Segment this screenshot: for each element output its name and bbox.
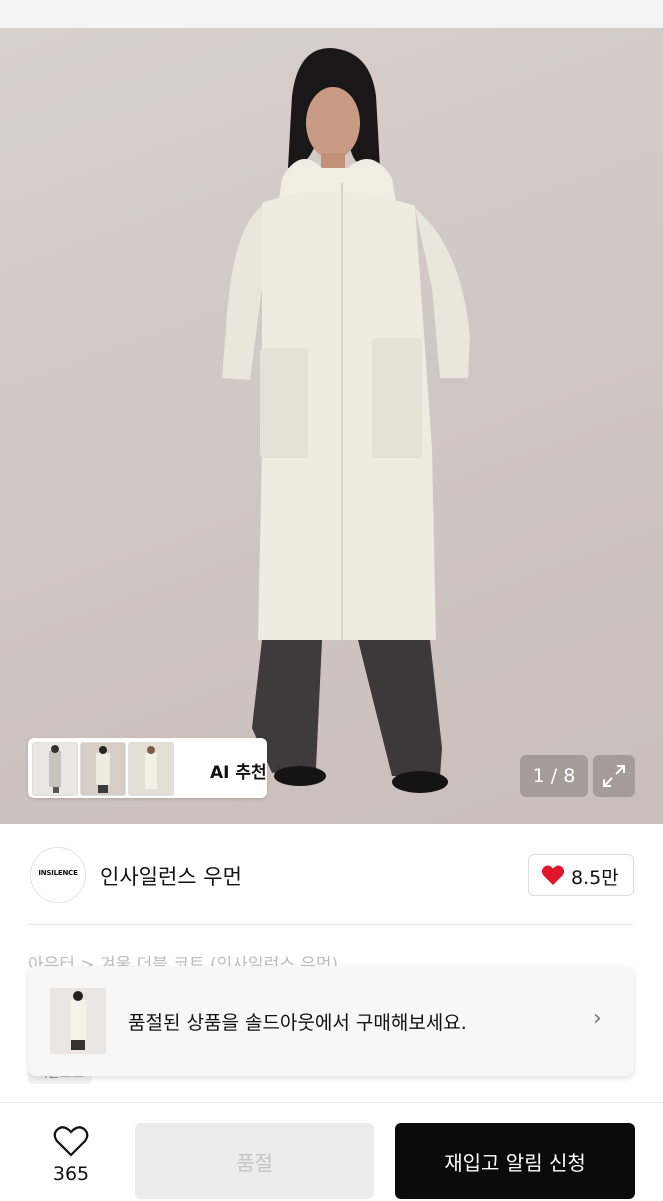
- soldout-button[interactable]: 품절: [135, 1123, 374, 1199]
- chevron-right-icon: ›: [593, 1006, 602, 1031]
- thumbnail-3[interactable]: [128, 742, 174, 796]
- image-counter: 1 / 8: [520, 755, 588, 797]
- chevron-right-icon: ›: [274, 757, 282, 778]
- status-bar: [0, 0, 663, 28]
- soldout-banner[interactable]: 품절된 상품을 솔드아웃에서 구매해보세요. ›: [28, 966, 634, 1076]
- brand-like-button[interactable]: 8.5만: [528, 854, 634, 896]
- heart-outline-icon: [53, 1126, 89, 1157]
- bottom-action-bar: 365 품절 재입고 알림 신청: [0, 1102, 663, 1201]
- product-image[interactable]: 1 / 8: [0, 28, 663, 824]
- wishlist-button[interactable]: 365: [40, 1125, 102, 1195]
- brand-like-count: 8.5만: [571, 867, 619, 889]
- brand-name[interactable]: 인사일런스 우먼: [100, 861, 242, 891]
- ai-recommend-label: AI 추천: [210, 763, 267, 783]
- expand-icon[interactable]: [593, 755, 635, 797]
- restock-notify-button[interactable]: 재입고 알림 신청: [395, 1123, 635, 1199]
- soldout-banner-text: 품절된 상품을 솔드아웃에서 구매해보세요.: [128, 1012, 467, 1034]
- brand-row[interactable]: INSILENCE 인사일런스 우먼 8.5만: [0, 840, 663, 912]
- ai-recommend-strip[interactable]: AI 추천 ›: [28, 738, 281, 798]
- thumbnail-2[interactable]: [80, 742, 126, 796]
- wishlist-count: 365: [52, 1163, 90, 1185]
- heart-filled-icon: [541, 864, 565, 890]
- thumbnail-1[interactable]: [32, 742, 78, 796]
- banner-product-thumbnail: [50, 988, 106, 1054]
- divider: [28, 924, 633, 925]
- model-photo: [222, 48, 470, 793]
- brand-logo[interactable]: INSILENCE: [30, 847, 86, 903]
